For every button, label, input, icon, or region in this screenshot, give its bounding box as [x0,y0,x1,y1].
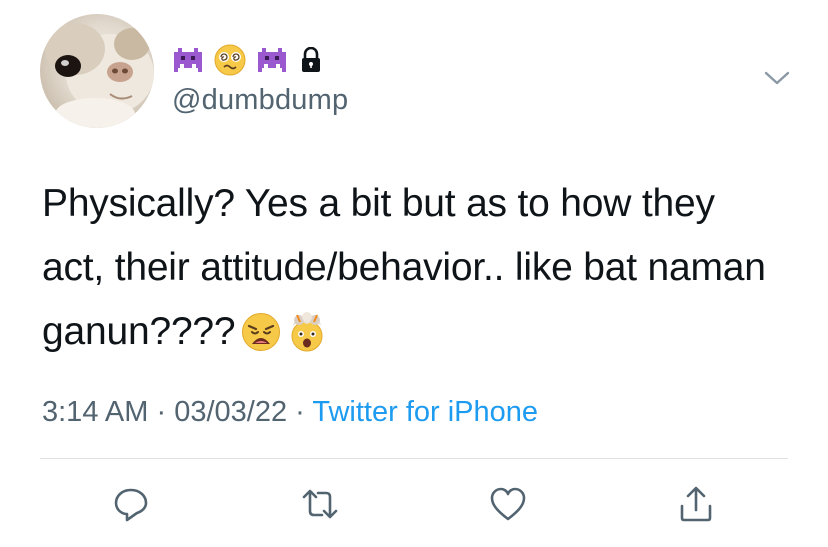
avatar[interactable] [40,14,154,128]
alien-monster-icon [256,44,288,76]
dizzy-face-icon [214,44,246,76]
tweet-card: @dumbdump Physically? Yes a bit but as t… [0,0,828,547]
tweet-source-link[interactable]: Twitter for iPhone [312,396,538,428]
avatar-dog-image [45,23,154,128]
chevron-down-icon[interactable] [763,68,791,88]
tweet-body: Physically? Yes a bit but as to how they… [42,182,766,353]
alien-monster-icon [172,44,204,76]
tweet-time: 3:14 AM [42,396,149,428]
tweet-text: Physically? Yes a bit but as to how they… [42,172,782,364]
share-button[interactable] [676,484,716,524]
share-icon [680,486,712,522]
reply-icon [114,488,148,522]
reply-button[interactable] [111,484,151,524]
meta-separator: · [156,396,167,428]
like-icon [490,487,526,521]
display-name-emojis[interactable] [172,42,322,78]
retweet-button[interactable] [300,484,340,524]
exploding-head-icon [287,312,327,352]
meta-separator: · [295,396,305,428]
retweet-icon [302,489,338,519]
lock-icon [300,47,322,73]
tweet-date: 03/03/22 [174,396,288,428]
divider [40,458,788,459]
tweet-metadata: 3:14 AM · 03/03/22 · Twitter for iPhone [42,396,538,429]
weary-face-icon [241,312,281,352]
like-button[interactable] [488,484,528,524]
user-handle[interactable]: @dumbdump [172,84,348,117]
